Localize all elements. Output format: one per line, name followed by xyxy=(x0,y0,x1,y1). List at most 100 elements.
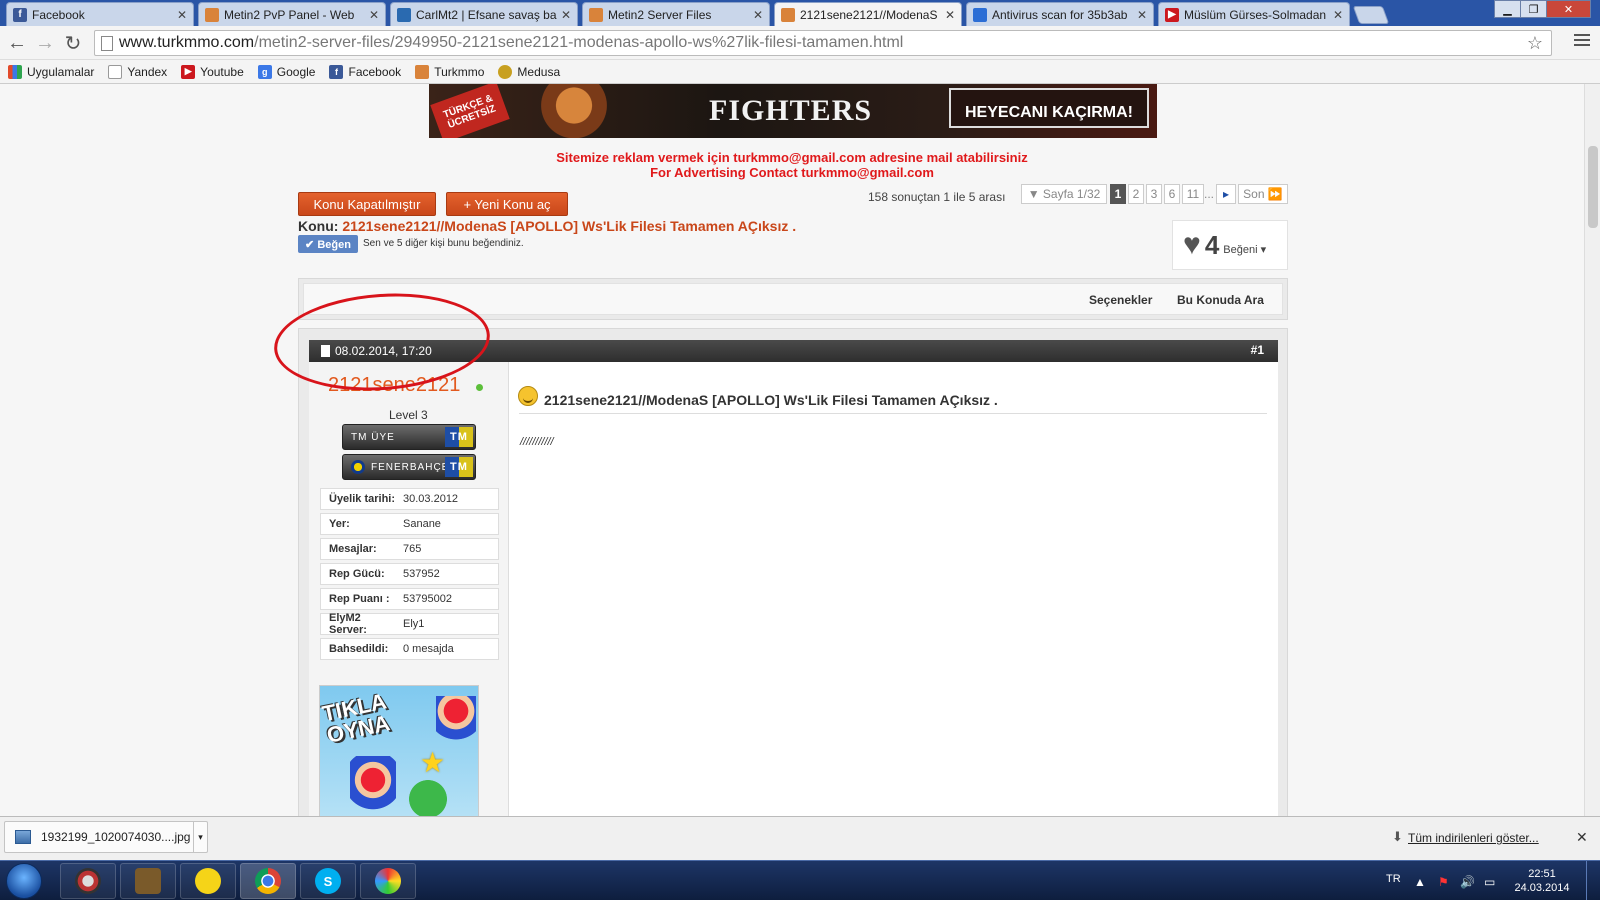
close-download-bar-icon[interactable]: ✕ xyxy=(1576,829,1588,846)
advertising-notice: Sitemize reklam vermek için turkmmo@gmai… xyxy=(556,150,1028,165)
back-arrow-icon[interactable]: ← xyxy=(6,32,28,54)
new-topic-button[interactable]: + Yeni Konu aç xyxy=(446,192,568,216)
forward-arrow-icon[interactable]: → xyxy=(34,32,56,54)
like-counter[interactable]: ♥ 4 Beğeni ▾ xyxy=(1172,220,1288,270)
image-file-icon xyxy=(15,830,31,844)
bookmark-facebook[interactable]: f Facebook xyxy=(329,64,401,79)
tab-strip: f Facebook ✕ Metin2 PvP Panel - Web ✕ Ca… xyxy=(0,0,1600,26)
bookmark-star-icon[interactable]: ☆ xyxy=(1527,33,1543,54)
bookmarks-bar: Uygulamalar Yandex ▶ Youtube g Google f … xyxy=(0,60,1600,84)
facebook-icon: f xyxy=(13,7,27,22)
close-icon[interactable]: ✕ xyxy=(753,8,763,22)
tab-antivirus-scan[interactable]: Antivirus scan for 35b3ab ✕ xyxy=(966,2,1154,26)
like-button[interactable]: ✔ Beğen xyxy=(298,235,358,253)
taskbar-app-duck[interactable] xyxy=(180,863,236,899)
reload-icon[interactable]: ↻ xyxy=(62,32,84,55)
mario-game-ad[interactable]: TIKLA OYNA ★ xyxy=(319,685,479,816)
like-summary: Sen ve 5 diğer kişi bunu beğendiniz. xyxy=(363,238,524,249)
advertising-contact: For Advertising Contact turkmmo@gmail.co… xyxy=(650,165,934,180)
tab-carlmt2[interactable]: CarlMt2 | Efsane savaş baş ✕ xyxy=(390,2,578,26)
info-rep-power: Rep Gücü: 537952 xyxy=(320,563,499,585)
bookmark-apps[interactable]: Uygulamalar xyxy=(8,64,95,79)
download-item[interactable]: 1932199_1020074030....jpg ▾ xyxy=(4,821,208,853)
info-messages: Mesajlar: 765 xyxy=(320,538,499,560)
close-icon[interactable]: ✕ xyxy=(177,8,187,22)
maximize-icon[interactable]: ❐ xyxy=(1520,0,1547,18)
taskbar-app-skype[interactable]: S xyxy=(300,863,356,899)
next-page-button[interactable]: ▸ xyxy=(1216,184,1236,204)
thread-closed-button[interactable]: Konu Kapatılmıştır xyxy=(298,192,436,216)
close-icon[interactable]: ✕ xyxy=(945,8,955,22)
address-bar[interactable]: www.turkmmo.com/metin2-server-files/2949… xyxy=(94,30,1552,56)
post-number-link[interactable]: #1 xyxy=(1251,343,1264,357)
close-icon[interactable]: ✕ xyxy=(561,8,571,22)
page-6[interactable]: 6 xyxy=(1164,184,1180,204)
url-path: /metin2-server-files/2949950-2121sene212… xyxy=(254,34,904,51)
info-key: Bahsedildi: xyxy=(329,643,389,655)
last-page-button[interactable]: Son ⏩ xyxy=(1238,184,1288,204)
system-clock[interactable]: 22:51 24.03.2014 xyxy=(1512,867,1572,895)
search-thread-menu[interactable]: Bu Konuda Ara xyxy=(1177,293,1264,307)
windows-start-button[interactable] xyxy=(6,863,42,899)
bookmark-youtube[interactable]: ▶ Youtube xyxy=(181,64,244,79)
tab-youtube-music[interactable]: ▶ Müslüm Gürses-Solmadan ✕ xyxy=(1158,2,1350,26)
scrollbar-thumb[interactable] xyxy=(1588,146,1598,228)
taskbar-app-chrome[interactable] xyxy=(240,863,296,899)
show-all-downloads-link[interactable]: Tüm indirilenleri göster... xyxy=(1408,831,1539,845)
window-close-icon[interactable]: ✕ xyxy=(1546,0,1591,18)
post-divider xyxy=(519,413,1267,414)
network-icon[interactable]: ▭ xyxy=(1484,875,1495,889)
language-indicator[interactable]: TR xyxy=(1386,873,1401,885)
tab-title: 2121sene2121//ModenaS xyxy=(800,7,938,22)
tab-metin2-server-files[interactable]: Metin2 Server Files ✕ xyxy=(582,2,770,26)
volume-icon[interactable]: 🔊 xyxy=(1460,875,1475,889)
tab-title: Metin2 Server Files xyxy=(608,7,712,22)
page-3[interactable]: 3 xyxy=(1146,184,1162,204)
download-arrow-icon: ⬇ xyxy=(1392,829,1403,844)
page-scrollbar[interactable] xyxy=(1584,84,1600,816)
bookmark-label: Yandex xyxy=(127,64,168,79)
close-icon[interactable]: ✕ xyxy=(1333,8,1343,22)
thread-title-link[interactable]: 2121sene2121//ModenaS [APOLLO] Ws'Lik Fi… xyxy=(342,218,796,234)
tab-facebook[interactable]: f Facebook ✕ xyxy=(6,2,194,26)
chrome-icon xyxy=(255,868,281,894)
page-2[interactable]: 2 xyxy=(1128,184,1144,204)
tab-metin2-pvp-panel[interactable]: Metin2 PvP Panel - Web ✕ xyxy=(198,2,386,26)
bookmark-label: Uygulamalar xyxy=(27,64,95,79)
minimize-icon[interactable]: ▁ xyxy=(1494,0,1521,18)
page-1[interactable]: 1 xyxy=(1110,184,1126,204)
taskbar-app-metin2[interactable] xyxy=(120,863,176,899)
site-icon xyxy=(397,7,411,22)
tab-current-thread[interactable]: 2121sene2121//ModenaS ✕ xyxy=(774,2,962,26)
game-ad-banner[interactable]: TÜRKÇE & ÜCRETSİZ FIGHTERS HEYECANI KAÇI… xyxy=(429,84,1157,138)
action-center-flag-icon[interactable]: ⚑ xyxy=(1438,875,1449,889)
like-dropdown[interactable]: Beğeni ▾ xyxy=(1223,243,1266,256)
info-join-date: Üyelik tarihi: 30.03.2012 xyxy=(320,488,499,510)
page-11[interactable]: 11 xyxy=(1182,184,1204,204)
web-page: TÜRKÇE & ÜCRETSİZ FIGHTERS HEYECANI KAÇI… xyxy=(0,84,1584,816)
options-menu[interactable]: Seçenekler xyxy=(1089,293,1152,307)
page-jump-dropdown[interactable]: ▼ Sayfa 1/32 xyxy=(1021,184,1107,204)
youtube-icon: ▶ xyxy=(181,64,196,79)
close-icon[interactable]: ✕ xyxy=(369,8,379,22)
paint-icon xyxy=(375,868,401,894)
show-desktop-button[interactable] xyxy=(1586,861,1600,900)
bookmark-medusa[interactable]: Medusa xyxy=(498,64,560,79)
tray-expand-icon[interactable]: ▲ xyxy=(1414,875,1426,889)
close-icon[interactable]: ✕ xyxy=(1137,8,1147,22)
fighter-illustration xyxy=(529,84,619,138)
info-key: Üyelik tarihi: xyxy=(329,493,396,505)
info-key: ElyM2 Server: xyxy=(329,612,367,636)
bookmark-yandex[interactable]: Yandex xyxy=(108,64,168,79)
ad-text: TIKLA OYNA xyxy=(319,688,392,748)
bookmark-google[interactable]: g Google xyxy=(257,64,315,79)
bookmark-turkmmo[interactable]: Turkmmo xyxy=(415,64,484,79)
post-body xyxy=(509,362,1278,816)
google-icon: g xyxy=(257,64,272,79)
chevron-down-icon[interactable]: ▾ xyxy=(193,822,207,852)
chrome-menu-icon[interactable] xyxy=(1574,34,1590,50)
taskbar-app-paint[interactable] xyxy=(360,863,416,899)
turkmmo-icon xyxy=(589,7,603,22)
taskbar-app-rocketdock[interactable] xyxy=(60,863,116,899)
new-tab-button[interactable] xyxy=(1352,6,1390,24)
